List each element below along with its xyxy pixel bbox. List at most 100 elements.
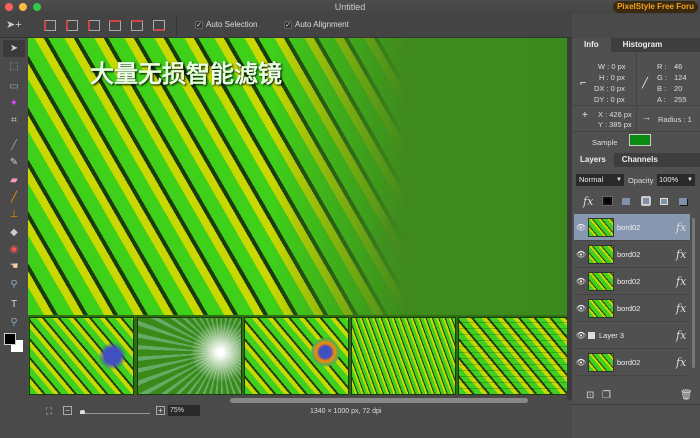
tab-histogram[interactable]: Histogram	[611, 38, 675, 52]
layer-row[interactable]: 👁 bord02 fx	[574, 241, 690, 268]
info-tabs: Info Histogram	[572, 38, 700, 52]
stamp-tool-icon[interactable]: ⊥	[3, 206, 25, 223]
zoom-out-icon[interactable]: −	[63, 406, 72, 415]
minimize-button[interactable]	[19, 3, 27, 11]
pencil-tool-icon[interactable]: ✎	[3, 154, 25, 171]
sample-color-swatch	[629, 134, 651, 146]
eye-icon[interactable]: 👁	[574, 304, 588, 313]
zoom-in-icon[interactable]: +	[156, 406, 165, 415]
eye-icon[interactable]: 👁	[574, 223, 588, 232]
eraser-tool-icon[interactable]: ▰	[3, 172, 25, 189]
magic-wand-icon[interactable]: ✦	[3, 95, 25, 112]
layer-thumbnail	[588, 244, 614, 264]
layers-list: 👁 bord02 fx 👁 bord02 fx 👁 bord02 fx 👁 bord02 fx 👁 Lay…	[572, 214, 700, 376]
align-middle-v-icon[interactable]	[131, 20, 143, 31]
text-tool-icon[interactable]: T	[3, 296, 25, 313]
fx-icon[interactable]: fx	[676, 275, 690, 288]
crosshair-icon: +	[582, 110, 588, 121]
style-glow-icon[interactable]	[641, 196, 651, 206]
zoom-slider-handle[interactable]	[80, 410, 85, 414]
radius-readout: Radius : 1	[658, 115, 692, 124]
tab-info[interactable]: Info	[572, 38, 611, 52]
blend-mode-select[interactable]: Normal ▼	[576, 174, 624, 186]
a-label: A :	[657, 95, 666, 104]
foreground-color-swatch[interactable]	[4, 333, 16, 345]
close-button[interactable]	[5, 3, 13, 11]
x-readout: X : 426 px	[598, 110, 632, 119]
style-shadow-icon[interactable]	[679, 198, 687, 205]
magnifier-icon[interactable]: ⚲	[3, 314, 25, 331]
promo-badge[interactable]: PixelStyle Free Foru	[613, 1, 698, 13]
selection-size-icon: ⌐	[580, 77, 587, 89]
layer-row[interactable]: 👁 bord02 fx	[574, 295, 690, 322]
hand-tool-icon[interactable]: ☚	[3, 258, 25, 275]
opacity-field[interactable]: 100% ▼	[657, 174, 695, 186]
layer-thumbnail	[588, 331, 595, 339]
style-fill-icon[interactable]	[622, 198, 630, 205]
g-label: G :	[657, 73, 668, 82]
eye-icon[interactable]: 👁	[574, 277, 588, 286]
b-value: 20	[674, 84, 683, 93]
align-top-icon[interactable]	[109, 20, 121, 31]
canvas[interactable]: 大量无损智能滤镜	[28, 38, 567, 395]
brush-tool-icon[interactable]: ╱	[3, 137, 25, 154]
y-readout: Y : 385 px	[598, 120, 632, 129]
zoom-tool-icon[interactable]: ⚲	[3, 276, 25, 293]
title-bar: Untitled PixelStyle Free Foru	[0, 0, 700, 14]
g-value: 124	[674, 73, 687, 82]
red-eye-icon[interactable]: ◉	[3, 241, 25, 258]
layer-row[interactable]: 👁 bord02 fx	[574, 214, 690, 241]
zoom-button[interactable]	[33, 3, 41, 11]
layer-name: bord02	[617, 357, 641, 367]
tab-channels[interactable]: Channels	[614, 153, 666, 167]
horizontal-scrollbar[interactable]	[230, 398, 528, 403]
auto-alignment-checkbox[interactable]: ✓ Auto Alignment	[284, 20, 349, 29]
move-tool-icon[interactable]: ➤	[3, 40, 25, 57]
fx-icon[interactable]: fx	[676, 248, 690, 261]
style-inner-icon[interactable]	[660, 198, 668, 205]
info-panel: ⌐ W : 0 px H : 0 px DX : 0 px DY : 0 px …	[572, 52, 700, 132]
fit-screen-icon[interactable]: ⛶	[46, 406, 52, 417]
window-title: Untitled	[334, 2, 366, 12]
zoom-field[interactable]: 75%	[168, 405, 200, 416]
image-overlay-text: 大量无损智能滤镜	[90, 61, 282, 88]
transform-tool-icon[interactable]: ⬚	[3, 58, 25, 75]
move-tool-icon[interactable]: ➤+	[6, 18, 22, 31]
duplicate-layer-icon[interactable]: ❐	[602, 390, 611, 401]
eye-icon[interactable]: 👁	[574, 250, 588, 259]
auto-selection-checkbox[interactable]: ✓ Auto Selection	[195, 20, 258, 29]
eyedropper-icon[interactable]: ╱	[3, 189, 25, 206]
layers-scrollbar[interactable]	[692, 218, 695, 368]
align-right-icon[interactable]	[88, 20, 100, 31]
fx-icon[interactable]: fx	[676, 356, 690, 369]
r-label: R :	[657, 62, 667, 71]
new-layer-icon[interactable]: ⊡	[586, 390, 594, 401]
right-panel: Info Histogram ⌐ W : 0 px H : 0 px DX : …	[572, 38, 700, 438]
zoom-slider[interactable]	[80, 413, 150, 414]
eye-icon[interactable]: 👁	[574, 358, 588, 367]
auto-selection-label: Auto Selection	[206, 20, 258, 29]
check-icon: ✓	[284, 20, 292, 29]
layer-row[interactable]: 👁 bord02 fx	[574, 349, 690, 376]
align-bottom-icon[interactable]	[153, 20, 165, 31]
fx-icon[interactable]: fx	[676, 329, 690, 342]
crop-tool-icon[interactable]: ⌗	[3, 112, 25, 129]
layer-name: bord02	[617, 249, 641, 259]
trash-icon[interactable]: 🗑	[680, 390, 693, 401]
marquee-tool-icon[interactable]: ▭	[3, 78, 25, 95]
style-stroke-icon[interactable]	[602, 196, 613, 206]
fx-icon[interactable]: fx	[676, 302, 690, 315]
b-label: B :	[657, 84, 667, 93]
blend-mode-value: Normal	[579, 175, 604, 184]
eye-icon[interactable]: 👁	[574, 331, 588, 340]
fx-icon[interactable]: fx	[583, 195, 597, 208]
fx-icon[interactable]: fx	[676, 221, 690, 234]
tab-layers[interactable]: Layers	[572, 153, 614, 167]
height-readout: H : 0 px	[599, 73, 625, 82]
filter-thumbnail	[244, 317, 349, 395]
align-left-icon[interactable]	[44, 20, 56, 31]
layer-row[interactable]: 👁 bord02 fx	[574, 268, 690, 295]
align-center-h-icon[interactable]	[66, 20, 78, 31]
layer-row[interactable]: 👁 Layer 3 fx	[574, 322, 690, 349]
paint-bucket-icon[interactable]: ◆	[3, 224, 25, 241]
